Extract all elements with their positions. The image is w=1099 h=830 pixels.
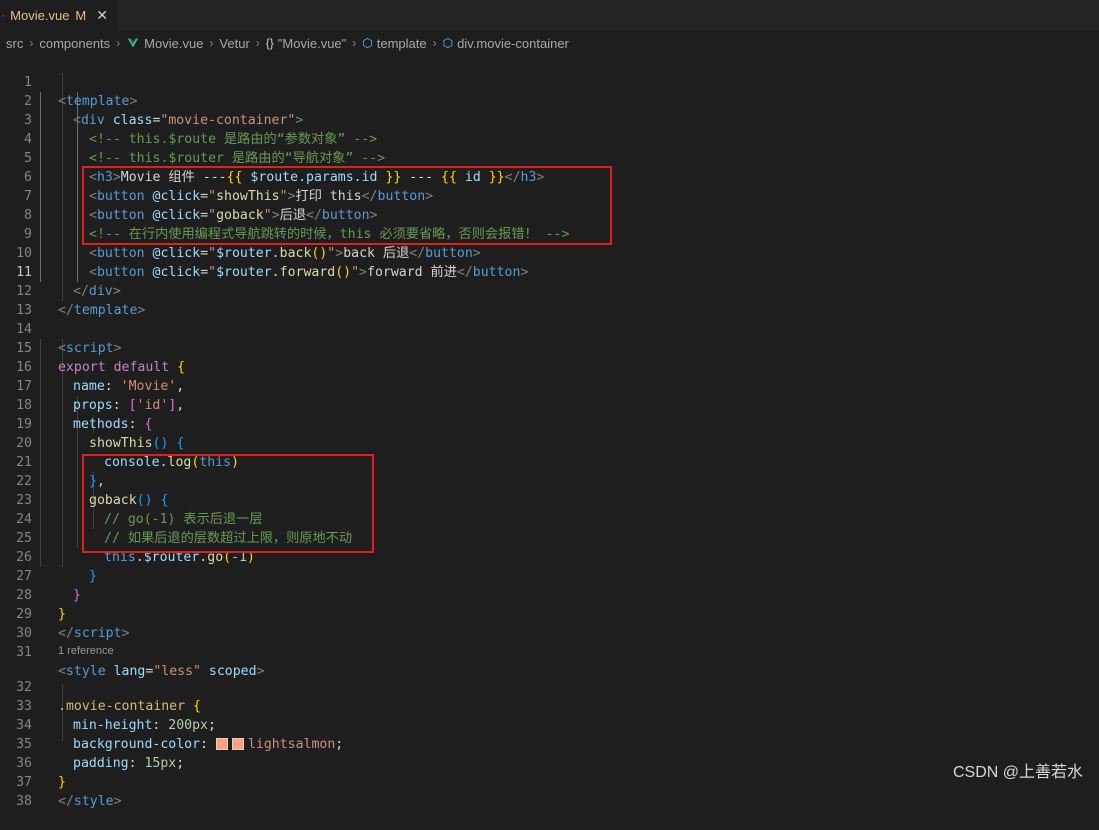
chevron-right-icon: › — [255, 36, 260, 50]
code-line: 28 } — [0, 567, 1099, 622]
code-line: 17 props: ['id'], — [0, 358, 1099, 413]
code-line: 32 .movie-container { — [0, 659, 1099, 714]
code-line: 4 <!-- this.$router 是路由的“导航对象” --> — [0, 111, 1099, 166]
breadcrumb-template[interactable]: template — [377, 36, 427, 51]
code-line: 2 <div class="movie-container"> — [0, 73, 1099, 128]
codelens-references[interactable]: 1 reference — [0, 643, 1099, 659]
code-editor[interactable]: 1 <template> 2 <div class="movie-contain… — [0, 54, 1099, 809]
code-line: 35 padding: 15px; — [0, 716, 1099, 771]
breadcrumb-div[interactable]: div.movie-container — [457, 36, 569, 51]
vue-icon — [127, 38, 139, 48]
breadcrumb-vetur[interactable]: Vetur — [219, 36, 249, 51]
modified-indicator: M — [75, 8, 87, 23]
close-icon[interactable]: ✕ — [96, 8, 108, 24]
vue-icon — [2, 14, 5, 17]
symbol-field-icon: ⬡ — [442, 36, 454, 50]
code-line: 38 — [0, 773, 1099, 809]
code-line: 29 </script> — [0, 586, 1099, 641]
tab-movie-vue[interactable]: Movie.vue M ✕ — [0, 0, 118, 30]
code-line: 36 } — [0, 735, 1099, 790]
code-line: 3 <!-- this.$route 是路由的“参数对象” --> — [0, 92, 1099, 147]
chevron-right-icon: › — [116, 36, 121, 50]
code-line: 1 <template> — [0, 54, 1099, 109]
chevron-right-icon: › — [432, 36, 437, 50]
code-line: 37 </style> — [0, 754, 1099, 809]
code-line-active: 11 </div> — [0, 244, 1099, 299]
tab-bar: Movie.vue M ✕ — [0, 0, 1099, 30]
breadcrumb-src[interactable]: src — [6, 36, 23, 51]
code-line: 21 }, — [0, 434, 1099, 489]
highlight-box-template — [82, 166, 612, 245]
code-line: 34 background-color: lightsalmon; — [0, 697, 1099, 752]
code-line: 31 <style lang="less" scoped> — [0, 624, 1099, 679]
braces-icon: {} — [265, 36, 274, 50]
tab-filename: Movie.vue — [10, 8, 70, 23]
code-line: 5 <h3>Movie 组件 ---{{ $route.params.id }}… — [0, 130, 1099, 185]
chevron-right-icon: › — [29, 36, 34, 50]
breadcrumb-file[interactable]: Movie.vue — [144, 36, 203, 51]
watermark: CSDN @上善若水 — [952, 764, 1083, 781]
code-line: 33 min-height: 200px; — [0, 678, 1099, 733]
highlight-box-goback — [82, 454, 374, 553]
code-line: 30 — [0, 605, 1099, 641]
chevron-right-icon: › — [352, 36, 357, 50]
code-line: 13 — [0, 282, 1099, 318]
code-line: 14 <script> — [0, 301, 1099, 356]
breadcrumb-module[interactable]: "Movie.vue" — [278, 36, 346, 51]
code-line: 18 methods: { — [0, 377, 1099, 432]
code-line: 19 showThis() { — [0, 396, 1099, 451]
code-line: 15 export default { — [0, 320, 1099, 375]
breadcrumb-components[interactable]: components — [39, 36, 110, 51]
code-line: 12 </template> — [0, 263, 1099, 318]
line-number: 38 — [16, 794, 32, 809]
code-line: 16 name: 'Movie', — [0, 339, 1099, 394]
symbol-field-icon: ⬡ — [362, 36, 373, 50]
breadcrumb: src › components › Movie.vue › Vetur › {… — [0, 30, 1099, 56]
code-line: 20 console.log(this) — [0, 415, 1099, 470]
chevron-right-icon: › — [209, 36, 214, 50]
